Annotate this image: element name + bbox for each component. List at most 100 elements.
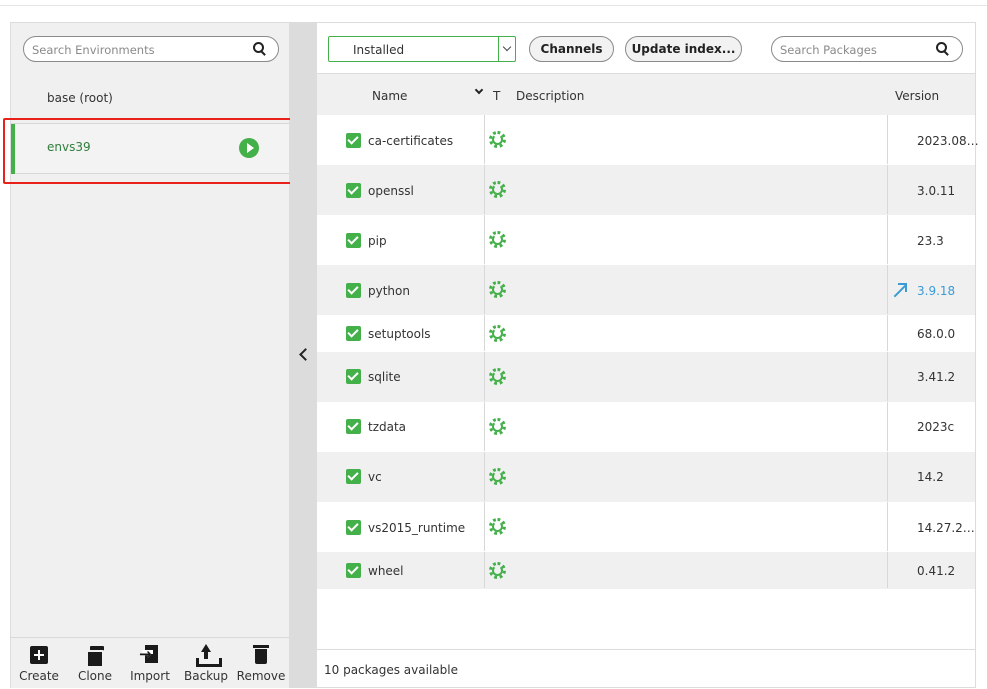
top-divider bbox=[0, 5, 987, 6]
installed-status-icon bbox=[489, 181, 506, 198]
filter-dropdown-button[interactable] bbox=[498, 37, 515, 61]
package-checkbox[interactable] bbox=[346, 233, 361, 248]
package-version: 0.41.2 bbox=[917, 564, 956, 578]
installed-status-icon bbox=[489, 418, 506, 435]
package-version: 14.2 bbox=[917, 470, 944, 484]
package-name: vs2015_runtime bbox=[368, 521, 466, 535]
installed-status-icon bbox=[489, 518, 506, 535]
package-checkbox[interactable] bbox=[346, 563, 361, 578]
chevron-down-icon bbox=[502, 42, 512, 52]
package-checkbox[interactable] bbox=[346, 283, 361, 298]
table-row[interactable]: ca-certificates 2023.08… bbox=[317, 115, 979, 165]
package-checkbox[interactable] bbox=[346, 469, 361, 484]
table-row[interactable]: tzdata 2023c bbox=[317, 402, 975, 452]
chevron-down-icon bbox=[474, 85, 484, 95]
panel-splitter[interactable] bbox=[290, 22, 316, 688]
upload-icon bbox=[195, 644, 222, 667]
package-version: 23.3 bbox=[917, 234, 944, 248]
package-checkbox[interactable] bbox=[346, 419, 361, 434]
package-version: 3.0.11 bbox=[917, 184, 956, 198]
table-row[interactable]: setuptools 68.0.0 bbox=[317, 315, 975, 352]
package-checkbox[interactable] bbox=[346, 326, 361, 341]
packages-toolbar: Installed Channels Update index... bbox=[317, 23, 975, 74]
environment-search[interactable] bbox=[23, 36, 279, 62]
create-label: Create bbox=[19, 669, 59, 683]
column-header-description[interactable]: Description bbox=[516, 89, 584, 103]
packages-footer: 10 packages available bbox=[317, 649, 975, 687]
column-header-name[interactable]: Name bbox=[372, 89, 407, 103]
table-row[interactable]: wheel 0.41.2 bbox=[317, 552, 975, 589]
clone-button[interactable]: Clone bbox=[67, 638, 123, 689]
environment-name: envs39 bbox=[47, 140, 91, 154]
installed-status-icon bbox=[489, 131, 506, 148]
package-name: ca-certificates bbox=[368, 134, 454, 148]
import-button[interactable]: Import bbox=[122, 638, 178, 689]
environment-actions: Create Clone Import Backup Remove bbox=[11, 637, 289, 688]
installed-status-icon bbox=[489, 231, 506, 248]
table-header: Name T Description Version bbox=[317, 74, 975, 115]
package-name: vc bbox=[368, 470, 382, 484]
search-icon[interactable] bbox=[936, 42, 950, 56]
packages-panel: Installed Channels Update index... Name … bbox=[316, 22, 979, 688]
package-name: pip bbox=[368, 234, 387, 248]
package-checkbox[interactable] bbox=[346, 133, 361, 148]
environments-panel: base (root) envs39 Create Clone Import B… bbox=[10, 22, 290, 688]
package-name: openssl bbox=[368, 184, 414, 198]
package-search[interactable] bbox=[771, 36, 963, 62]
sort-toggle[interactable] bbox=[474, 85, 485, 97]
backup-label: Backup bbox=[184, 669, 228, 683]
package-search-input[interactable] bbox=[780, 42, 930, 58]
upgrade-arrow-icon[interactable] bbox=[893, 283, 907, 297]
package-checkbox[interactable] bbox=[346, 183, 361, 198]
environment-item-envs39[interactable]: envs39 bbox=[11, 124, 289, 174]
table-row[interactable]: openssl 3.0.11 bbox=[317, 165, 975, 215]
table-row[interactable]: vc 14.2 bbox=[317, 452, 975, 502]
chevron-left-icon[interactable] bbox=[298, 348, 308, 360]
import-icon bbox=[139, 644, 161, 666]
create-button[interactable]: Create bbox=[11, 638, 67, 689]
table-row[interactable]: vs2015_runtime 14.27.2… bbox=[317, 502, 975, 552]
package-checkbox[interactable] bbox=[346, 369, 361, 384]
package-name: tzdata bbox=[368, 420, 407, 434]
column-header-type[interactable]: T bbox=[493, 89, 500, 103]
backup-button[interactable]: Backup bbox=[178, 638, 234, 689]
table-row[interactable]: sqlite 3.41.2 bbox=[317, 352, 975, 402]
package-name: sqlite bbox=[368, 370, 401, 384]
trash-icon bbox=[250, 644, 272, 666]
package-version: 2023.08… bbox=[917, 134, 979, 148]
remove-label: Remove bbox=[236, 669, 286, 683]
package-version: 2023c bbox=[917, 420, 955, 434]
package-filter-value: Installed bbox=[353, 43, 405, 57]
search-icon[interactable] bbox=[253, 42, 267, 56]
package-name: wheel bbox=[368, 564, 404, 578]
clone-icon bbox=[84, 644, 106, 668]
installed-status-icon bbox=[489, 368, 506, 385]
environment-name: base (root) bbox=[47, 91, 113, 105]
environment-item-base[interactable]: base (root) bbox=[11, 74, 289, 124]
environment-search-input[interactable] bbox=[32, 42, 247, 58]
installed-status-icon bbox=[489, 562, 506, 579]
package-version: 3.41.2 bbox=[917, 370, 956, 384]
play-icon[interactable] bbox=[239, 138, 259, 158]
clone-label: Clone bbox=[77, 669, 113, 683]
column-header-version[interactable]: Version bbox=[895, 89, 939, 103]
remove-button[interactable]: Remove bbox=[233, 638, 289, 689]
import-label: Import bbox=[130, 669, 170, 683]
package-filter-select[interactable]: Installed bbox=[328, 36, 516, 62]
package-version: 3.9.18 bbox=[917, 284, 956, 298]
plus-box-icon bbox=[30, 646, 48, 664]
package-name: python bbox=[368, 284, 410, 298]
active-indicator bbox=[11, 124, 15, 174]
package-count: 10 packages available bbox=[324, 663, 458, 677]
package-name: setuptools bbox=[368, 327, 431, 341]
package-version: 68.0.0 bbox=[917, 327, 956, 341]
package-checkbox[interactable] bbox=[346, 520, 361, 535]
channels-button[interactable]: Channels bbox=[529, 36, 614, 62]
table-row[interactable]: python 3.9.18 bbox=[317, 265, 975, 315]
package-table-body: ca-certificates 2023.08… openssl 3.0.11 … bbox=[317, 115, 979, 589]
package-version: 14.27.2… bbox=[917, 521, 975, 535]
installed-status-icon bbox=[489, 468, 506, 485]
installed-status-icon bbox=[489, 281, 506, 298]
table-row[interactable]: pip 23.3 bbox=[317, 215, 975, 265]
update-index-button[interactable]: Update index... bbox=[625, 36, 742, 62]
